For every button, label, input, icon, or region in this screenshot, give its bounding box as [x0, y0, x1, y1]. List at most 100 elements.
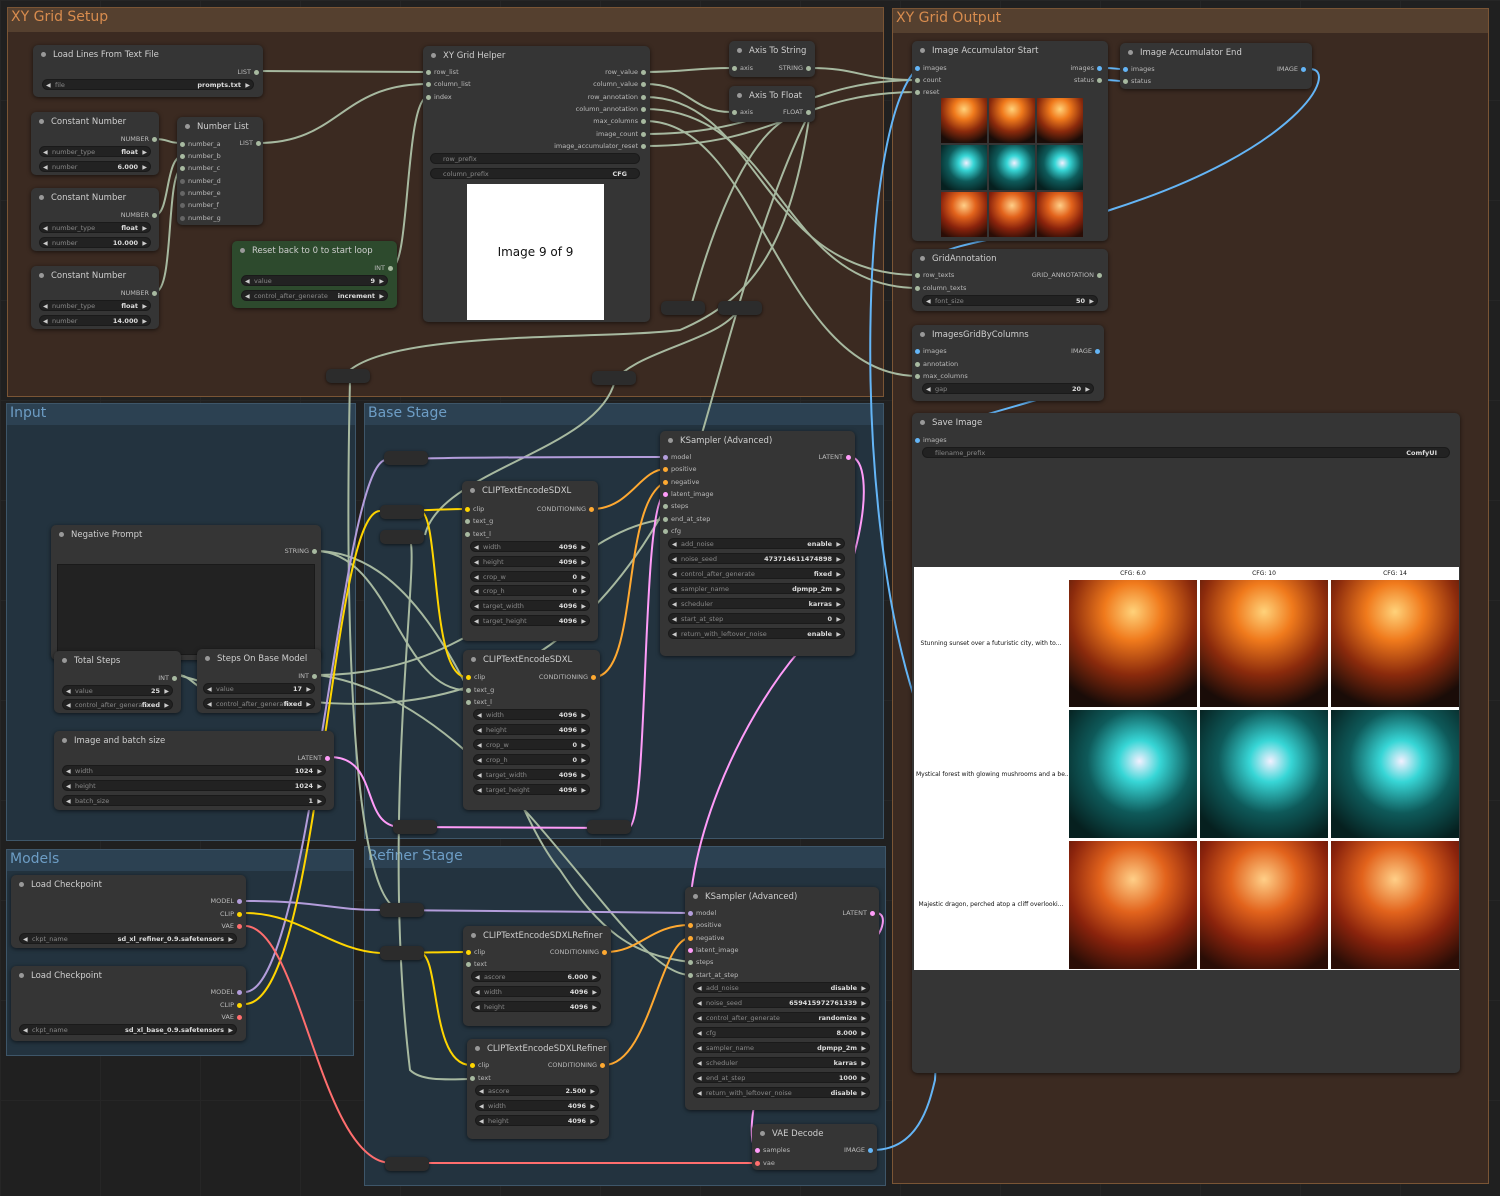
input-number-a[interactable]: number_a — [180, 140, 221, 148]
input-negative[interactable]: negative — [688, 934, 724, 942]
output-string[interactable]: STRING — [779, 64, 811, 72]
input-images[interactable]: images — [915, 64, 947, 72]
input-model[interactable]: model — [663, 453, 691, 461]
reroute-node[interactable] — [592, 371, 636, 385]
input-images[interactable]: images — [915, 347, 947, 355]
input-negative[interactable]: negative — [663, 478, 699, 486]
output-float[interactable]: FLOAT — [783, 108, 811, 116]
output-conditioning[interactable]: CONDITIONING — [537, 505, 594, 513]
input-images[interactable]: images — [915, 436, 947, 444]
input-clip[interactable]: clip — [466, 673, 485, 681]
output-latent[interactable]: LATENT — [842, 909, 875, 917]
axis-to-string-node[interactable]: Axis To String axis STRING — [729, 41, 815, 77]
output-list[interactable]: LIST — [237, 68, 259, 76]
reroute-node[interactable] — [384, 451, 428, 465]
height-input[interactable]: height4096 — [470, 556, 590, 568]
scheduler-select[interactable]: schedulerkarras — [668, 598, 845, 610]
input-samples[interactable]: samples — [755, 1146, 790, 1154]
reroute-node[interactable] — [380, 946, 424, 960]
axis-to-float-node[interactable]: Axis To Float axis FLOAT — [729, 86, 815, 122]
input-clip[interactable]: clip — [465, 505, 484, 513]
input-text-g[interactable]: text_g — [465, 517, 493, 525]
clip-text-encode-sdxl-refiner-node-2[interactable]: CLIPTextEncodeSDXLRefiner clip text COND… — [467, 1039, 609, 1139]
input-max-columns[interactable]: max_columns — [915, 372, 968, 380]
output-clip[interactable]: CLIP — [220, 910, 242, 918]
output-vae[interactable]: VAE — [221, 922, 242, 930]
total-steps-node[interactable]: Total Steps INT value25 control_after_ge… — [54, 651, 181, 713]
clip-text-encode-sdxl-node-1[interactable]: CLIPTextEncodeSDXL clip text_g text_l CO… — [462, 481, 598, 641]
reroute-node[interactable] — [380, 530, 424, 544]
number-input[interactable]: number14.000 — [39, 315, 151, 327]
output-max-columns[interactable]: max_columns — [593, 117, 646, 125]
image-and-batch-size-node[interactable]: Image and batch size LATENT width1024 he… — [54, 731, 334, 810]
input-index[interactable]: index — [426, 93, 452, 101]
input-column-list[interactable]: column_list — [426, 80, 471, 88]
start-at-step-input[interactable]: start_at_step0 — [668, 613, 845, 625]
input-latent-image[interactable]: latent_image — [663, 490, 714, 498]
steps-on-base-model-node[interactable]: Steps On Base Model INT value17 control_… — [197, 649, 321, 713]
input-status[interactable]: status — [1123, 77, 1151, 85]
ksampler-advanced-refiner-node[interactable]: KSampler (Advanced) model positive negat… — [685, 887, 879, 1110]
column-prefix-input[interactable]: column_prefix CFG — [430, 168, 640, 179]
crop-h-input[interactable]: crop_h0 — [473, 754, 590, 766]
reroute-node[interactable] — [587, 820, 631, 834]
input-steps[interactable]: steps — [688, 958, 713, 966]
reset-loop-node[interactable]: Reset back to 0 to start loop INT value9… — [232, 241, 397, 308]
input-clip[interactable]: clip — [466, 948, 485, 956]
negative-prompt-node[interactable]: Negative Prompt STRING — [51, 525, 321, 660]
ckpt-name-select[interactable]: ckpt_namesd_xl_refiner_0.9.safetensors — [19, 933, 237, 945]
input-row-list[interactable]: row_list — [426, 68, 459, 76]
height-input[interactable]: height4096 — [475, 1115, 599, 1127]
output-vae[interactable]: VAE — [221, 1013, 242, 1021]
add-noise-select[interactable]: add_noiseenable — [668, 538, 845, 550]
control-after-generate-select[interactable]: control_after_generaterandomize — [693, 1012, 870, 1024]
noise-seed-input[interactable]: noise_seed659415972761339 — [693, 997, 870, 1009]
output-column-annotation[interactable]: column_annotation — [576, 105, 646, 113]
input-start-at-step[interactable]: start_at_step — [688, 971, 738, 979]
vae-decode-node[interactable]: VAE Decode samples vae IMAGE — [752, 1124, 877, 1170]
constant-number-node-1[interactable]: Constant Number NUMBER number_typefloat … — [31, 112, 159, 175]
row-prefix-input[interactable]: row_prefix — [430, 153, 640, 164]
height-input[interactable]: height4096 — [473, 724, 590, 736]
constant-number-node-3[interactable]: Constant Number NUMBER number_typefloat … — [31, 266, 159, 329]
image-accumulator-end-node[interactable]: Image Accumulator End images status IMAG… — [1120, 43, 1312, 89]
height-input[interactable]: height1024 — [62, 780, 326, 792]
negative-prompt-textarea[interactable] — [57, 564, 315, 655]
output-clip[interactable]: CLIP — [220, 1001, 242, 1009]
output-conditioning[interactable]: CONDITIONING — [539, 673, 596, 681]
output-row-value[interactable]: row_value — [605, 68, 646, 76]
batch-size-input[interactable]: batch_size1 — [62, 795, 326, 807]
input-number-g[interactable]: number_g — [180, 214, 221, 222]
number-input[interactable]: number6.000 — [39, 161, 151, 173]
add-noise-select[interactable]: add_noisedisable — [693, 982, 870, 994]
ckpt-name-select[interactable]: ckpt_namesd_xl_base_0.9.safetensors — [19, 1024, 237, 1036]
output-int[interactable]: INT — [374, 264, 393, 272]
input-end-at-step[interactable]: end_at_step — [663, 515, 710, 523]
reroute-node[interactable] — [393, 820, 437, 834]
cfg-input[interactable]: cfg8.000 — [693, 1027, 870, 1039]
image-accumulator-start-node[interactable]: Image Accumulator Start images count res… — [912, 41, 1108, 241]
output-image-accumulator-reset[interactable]: image_accumulator_reset — [554, 142, 646, 150]
input-vae[interactable]: vae — [755, 1159, 775, 1167]
output-image[interactable]: IMAGE — [844, 1146, 873, 1154]
ksampler-advanced-base-node[interactable]: KSampler (Advanced) model positive negat… — [660, 431, 855, 656]
output-model[interactable]: MODEL — [211, 988, 242, 996]
crop-w-input[interactable]: crop_w0 — [473, 739, 590, 751]
output-conditioning[interactable]: CONDITIONING — [550, 948, 607, 956]
output-number[interactable]: NUMBER — [121, 135, 157, 143]
file-select[interactable]: fileprompts.txt — [42, 79, 254, 91]
input-text-l[interactable]: text_l — [465, 530, 491, 538]
reroute-node[interactable] — [385, 1157, 429, 1171]
input-column-texts[interactable]: column_texts — [915, 284, 966, 292]
input-clip[interactable]: clip — [470, 1061, 489, 1069]
input-number-b[interactable]: number_b — [180, 152, 221, 160]
clip-text-encode-sdxl-node-2[interactable]: CLIPTextEncodeSDXL clip text_g text_l CO… — [463, 650, 600, 810]
input-positive[interactable]: positive — [663, 465, 697, 473]
control-after-generate-select[interactable]: control_after_generateincrement — [241, 290, 388, 302]
width-input[interactable]: width4096 — [470, 541, 590, 553]
input-axis[interactable]: axis — [732, 64, 753, 72]
reroute-node[interactable] — [661, 301, 705, 315]
return-with-leftover-noise-select[interactable]: return_with_leftover_noisedisable — [693, 1087, 870, 1099]
load-lines-node[interactable]: Load Lines From Text File LIST filepromp… — [33, 45, 263, 97]
reroute-node[interactable] — [326, 369, 370, 383]
